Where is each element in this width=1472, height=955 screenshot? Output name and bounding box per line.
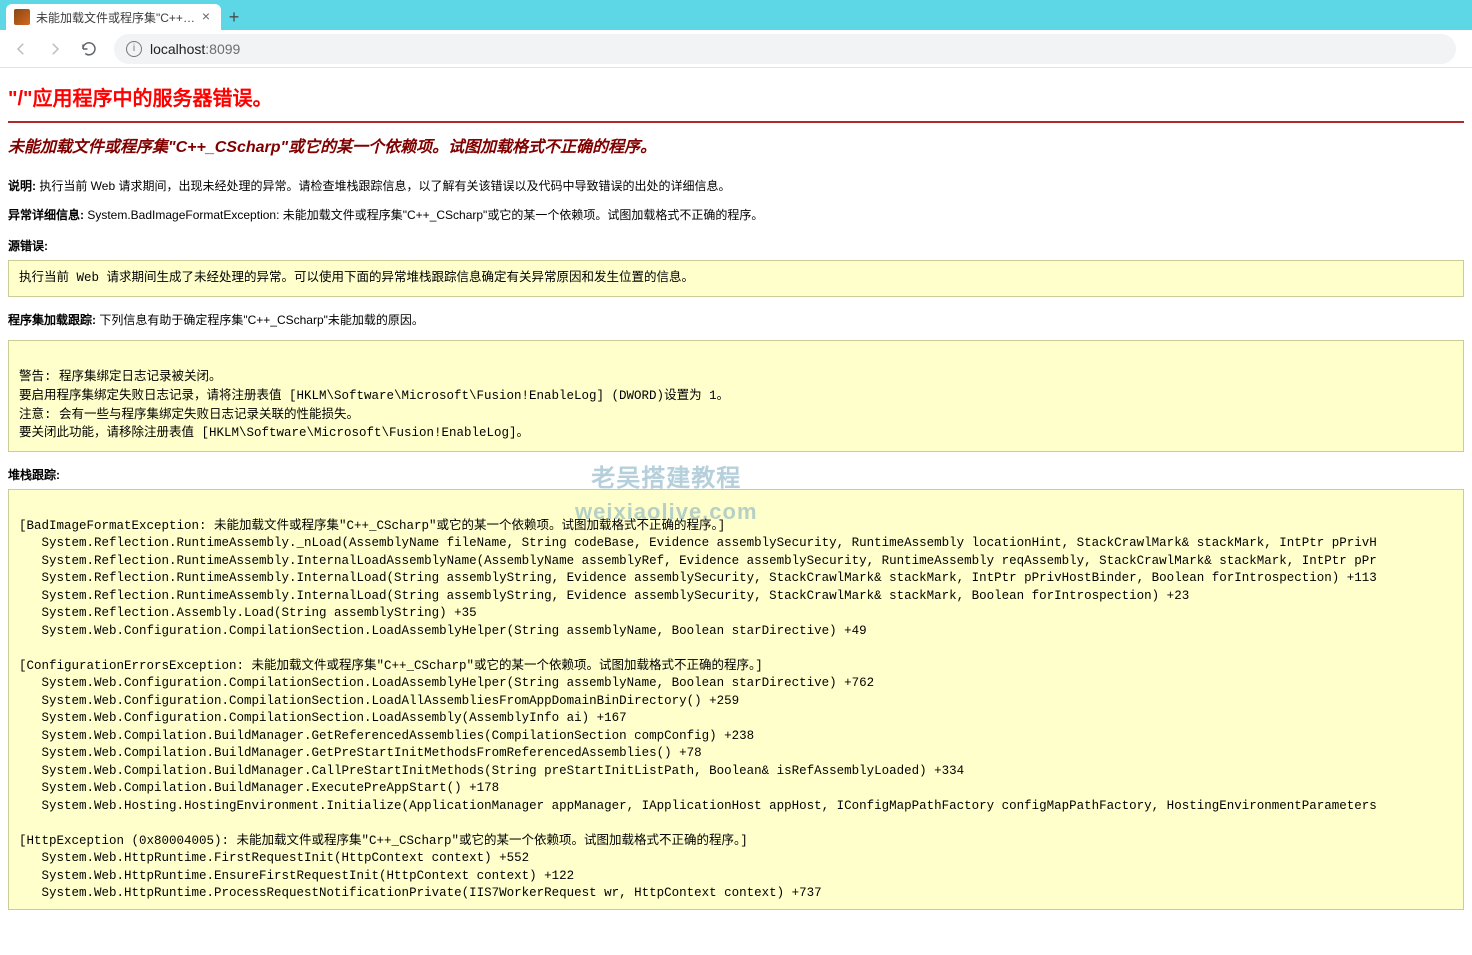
new-tab-button[interactable]: + [221, 4, 247, 30]
source-error-label: 源错误: [8, 237, 1464, 254]
stack-trace-label: 堆栈跟踪: [8, 466, 1464, 483]
assembly-binding-text: 警告: 程序集绑定日志记录被关闭。 要启用程序集绑定失败日志记录，请将注册表值 … [9, 349, 1463, 443]
info-icon[interactable]: i [126, 41, 142, 57]
exception-detail-label: 异常详细信息: [8, 208, 84, 222]
address-bar[interactable]: i localhost:8099 [114, 34, 1456, 64]
assembly-trace-label: 程序集加载跟踪: [8, 313, 96, 327]
divider [8, 121, 1464, 123]
server-error-heading: "/"应用程序中的服务器错误。 [8, 76, 1464, 119]
source-error-box: 执行当前 Web 请求期间生成了未经处理的异常。可以使用下面的异常堆栈跟踪信息确… [8, 260, 1464, 297]
browser-tab-bar: 未能加载文件或程序集"C++_CS… × + [0, 0, 1472, 30]
back-button[interactable] [8, 36, 34, 62]
reload-button[interactable] [76, 36, 102, 62]
arrow-right-icon [46, 40, 64, 58]
browser-tab[interactable]: 未能加载文件或程序集"C++_CS… × [6, 4, 221, 30]
url-host: localhost [150, 41, 205, 57]
error-page: "/"应用程序中的服务器错误。 未能加载文件或程序集"C++_CScharp"或… [0, 68, 1472, 910]
browser-nav-bar: i localhost:8099 [0, 30, 1472, 68]
description-section: 说明: 执行当前 Web 请求期间，出现未经处理的异常。请检查堆栈跟踪信息，以了… [8, 177, 1464, 196]
close-icon[interactable]: × [199, 10, 213, 24]
arrow-left-icon [12, 40, 30, 58]
source-error-text: 执行当前 Web 请求期间生成了未经处理的异常。可以使用下面的异常堆栈跟踪信息确… [9, 269, 1463, 288]
url-port: :8099 [205, 41, 240, 57]
assembly-binding-box: 警告: 程序集绑定日志记录被关闭。 要启用程序集绑定失败日志记录，请将注册表值 … [8, 340, 1464, 452]
error-subheading: 未能加载文件或程序集"C++_CScharp"或它的某一个依赖项。试图加载格式不… [8, 133, 1464, 167]
stack-trace-box: [BadImageFormatException: 未能加载文件或程序集"C++… [8, 489, 1464, 910]
description-label: 说明: [8, 179, 36, 193]
exception-detail-section: 异常详细信息: System.BadImageFormatException: … [8, 206, 1464, 225]
stack-trace-text: [BadImageFormatException: 未能加载文件或程序集"C++… [9, 500, 1463, 903]
reload-icon [80, 40, 98, 58]
forward-button[interactable] [42, 36, 68, 62]
assembly-trace-text: 下列信息有助于确定程序集"C++_CScharp"未能加载的原因。 [96, 313, 424, 327]
description-text: 执行当前 Web 请求期间，出现未经处理的异常。请检查堆栈跟踪信息，以了解有关该… [36, 179, 730, 193]
tab-title: 未能加载文件或程序集"C++_CS… [36, 9, 195, 26]
exception-detail-text: System.BadImageFormatException: 未能加载文件或程… [84, 208, 763, 222]
assembly-trace-section: 程序集加载跟踪: 下列信息有助于确定程序集"C++_CScharp"未能加载的原… [8, 311, 1464, 330]
favicon [14, 9, 30, 25]
